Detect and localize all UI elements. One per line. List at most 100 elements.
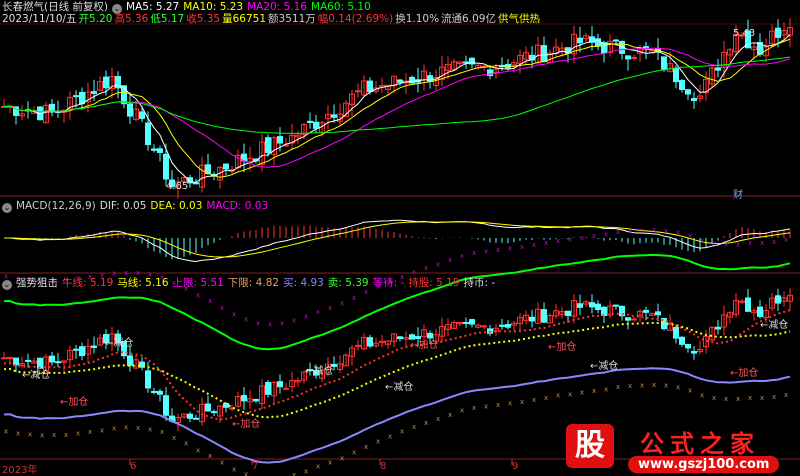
lower-x-mark: x [556, 392, 560, 400]
upper-x-mark: x [604, 231, 608, 239]
watermark-logo: 股 公式之家 www.gszj100.com [560, 420, 800, 476]
lower-x-mark: x [172, 434, 176, 442]
ma60: MA60: 5.10 [310, 1, 371, 13]
lower-x-mark: x [616, 383, 620, 391]
candle [673, 67, 679, 83]
indicator-candle [565, 310, 571, 317]
macd-header: ⌄ MACD(12,26,9) DIF: 0.05 DEA: 0.03 MACD: 0.… [2, 200, 272, 213]
lower-x-mark: x [640, 382, 644, 390]
quote-row: 2023/11/10/五 开5.20 高5.36 低5.17 收5.35 量66751 额3… [2, 13, 544, 25]
candle [397, 79, 403, 83]
lower-x-mark: x [400, 428, 404, 436]
upper-x-mark: x [508, 245, 512, 253]
indicator-candle [151, 390, 157, 394]
indicator-candle [283, 387, 289, 390]
settings-icon[interactable]: ⌄ [2, 280, 12, 290]
lower-x-mark: x [148, 425, 152, 433]
candle [661, 56, 667, 71]
indicator-candle [481, 325, 487, 328]
upper-x-mark: x [628, 227, 632, 235]
volume: 量66751 [222, 13, 267, 25]
indicator-candle [145, 370, 151, 389]
signal-label: ←减仓 [385, 382, 414, 393]
signal-label: ←加仓 [232, 419, 261, 430]
change: 幅0.14(2.69%) [317, 13, 394, 25]
lower-x-mark: x [52, 431, 56, 439]
lower-x-mark: x [436, 415, 440, 423]
indicator-candle [253, 398, 259, 402]
upper-x-mark: x [208, 297, 212, 305]
upper-x-mark: x [196, 291, 200, 299]
signal-label: ←减仓 [760, 320, 789, 331]
axis-label: 7 [252, 461, 259, 472]
lower-x-mark: x [472, 404, 476, 412]
amount: 额3511万 [268, 13, 316, 25]
lower-x-mark: x [340, 454, 344, 462]
indicator-candle [13, 357, 19, 366]
indicator-candle [505, 324, 511, 328]
candle [103, 76, 109, 89]
indicator-candle [25, 359, 31, 362]
finance-marker[interactable]: 财 [733, 186, 743, 201]
lower-x-mark: x [784, 391, 788, 399]
axis-label: 9 [512, 461, 519, 472]
lower-x-mark: x [544, 394, 548, 402]
candle [223, 163, 229, 170]
indicator-candle [685, 344, 691, 349]
upper-x-mark: x [772, 238, 776, 246]
indicator-candle [601, 306, 607, 316]
indicator-candle [187, 413, 193, 419]
axis-label: 6 [130, 461, 137, 472]
lower-x-mark: x [496, 401, 500, 409]
lower-x-mark: x [772, 393, 776, 401]
chart-canvas[interactable]: xxxxxxxxxxxxxxxxxxxxxxxxxxxxxxxxxxxxxxxx… [0, 0, 800, 476]
candle [307, 120, 313, 123]
indicator-candle [469, 319, 475, 325]
signal-label: ←减仓 [305, 366, 334, 377]
lower-x-mark: x [124, 424, 128, 432]
sector[interactable]: 供气供热 [498, 13, 540, 25]
upper-x-mark: x [580, 234, 584, 242]
candle [265, 137, 271, 154]
upper-x-mark: x [544, 239, 548, 247]
upper-x-mark: x [220, 304, 224, 312]
lower-x-mark: x [628, 382, 632, 390]
candle [355, 90, 361, 93]
candle [91, 91, 97, 94]
upper-x-mark: x [616, 228, 620, 236]
upper-x-mark: x [724, 240, 728, 248]
candle [463, 61, 469, 64]
stock-title: 长春燃气(日线 前复权) [2, 1, 109, 13]
open: 开5.20 [78, 13, 113, 25]
low-annotation: 4.65 [166, 181, 189, 192]
indicator-candle [79, 346, 85, 357]
indicator-candle [211, 411, 217, 414]
settings-icon[interactable]: ⌄ [2, 203, 12, 213]
lower-x-mark: x [136, 424, 140, 432]
indicator-candle [673, 326, 679, 339]
coin: 持币: - [463, 277, 496, 289]
candle [715, 67, 721, 71]
candle [427, 75, 433, 82]
indicator-candle [613, 304, 619, 307]
buy: 买: 4.93 [283, 277, 324, 289]
upper-x-mark: x [436, 260, 440, 268]
dea: DEA: 0.03 [150, 200, 203, 212]
indicator-candle [355, 344, 361, 347]
upper-x-mark: x [664, 227, 668, 235]
date: 2023/11/10/五 [2, 13, 77, 25]
indicator-candle [745, 297, 751, 312]
ma-line: 马线: 5.16 [117, 277, 169, 289]
indicator-candle [589, 302, 595, 308]
indicator-candle [655, 311, 661, 316]
indicator-candle [277, 381, 283, 388]
upper-x-mark: x [232, 311, 236, 319]
lower-x-mark: x [568, 391, 572, 399]
lower-x-mark: x [64, 431, 68, 439]
lower-x-mark: x [220, 459, 224, 467]
indicator-candle [679, 336, 685, 345]
lower-x-mark: x [232, 466, 236, 474]
lower-x-mark: x [676, 383, 680, 391]
candle [331, 114, 337, 118]
upper-x-mark: x [448, 256, 452, 264]
